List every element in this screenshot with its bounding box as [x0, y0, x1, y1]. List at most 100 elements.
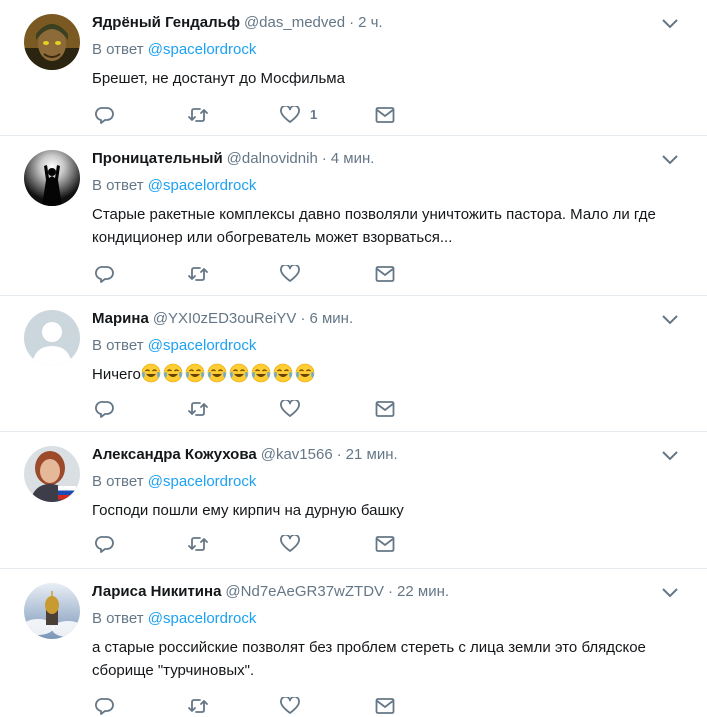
tweet[interactable]: Проницательный @dalnovidnih · 4 мин. В отве… [0, 136, 707, 296]
author-handle[interactable]: @das_medved [244, 14, 345, 31]
avatar[interactable] [24, 14, 80, 70]
reply-button[interactable] [95, 265, 115, 285]
reply-prefix: В ответ [92, 337, 144, 354]
retweet-button[interactable] [188, 400, 208, 420]
reply-to-link[interactable]: @spacelordrock [148, 610, 257, 627]
like-button[interactable] [280, 697, 300, 717]
timestamp[interactable]: 2 ч. [358, 14, 383, 31]
separator-dot: · [321, 150, 327, 167]
envelope-icon [375, 266, 395, 282]
chevron-down-icon[interactable] [661, 314, 679, 326]
author-name[interactable]: Ядрёный Гендальф [92, 14, 240, 31]
chevron-down-icon[interactable] [661, 154, 679, 166]
tweet[interactable]: Ядрёный Гендальф @das_medved · 2 ч. В ответ… [0, 0, 707, 136]
face-with-tears-of-joy-emoji [207, 363, 227, 383]
reply-prefix: В ответ [92, 41, 144, 58]
like-button[interactable] [280, 535, 300, 555]
reply-icon [95, 401, 114, 418]
reply-prefix: В ответ [92, 473, 144, 490]
tweet-text: а старые российские позволят без проблем… [92, 639, 646, 679]
separator-dot: · [349, 14, 355, 31]
like-button[interactable] [280, 400, 300, 420]
chevron-down-icon[interactable] [661, 587, 679, 599]
reply-context: В ответ @spacelordrock [92, 336, 256, 356]
avatar[interactable] [24, 446, 80, 502]
reply-to-link[interactable]: @spacelordrock [148, 337, 257, 354]
direct-message-button[interactable] [375, 106, 395, 126]
heart-icon [280, 106, 300, 123]
retweet-button[interactable] [188, 106, 208, 126]
timestamp[interactable]: 4 мин. [331, 150, 375, 167]
author-handle[interactable]: @YXI0zED3ouReiYV [153, 310, 297, 327]
default-profile-avatar-icon [24, 310, 80, 366]
timestamp[interactable]: 6 мин. [309, 310, 353, 327]
concert-silhouette-avatar-icon [24, 150, 80, 206]
retweet-icon [188, 699, 208, 713]
author-name[interactable]: Проницательный [92, 150, 223, 167]
like-button[interactable] [280, 265, 300, 285]
direct-message-button[interactable] [375, 535, 395, 555]
reply-button[interactable] [95, 697, 115, 717]
reply-to-link[interactable]: @spacelordrock [148, 177, 257, 194]
church-in-clouds-avatar-icon [24, 583, 80, 639]
avatar[interactable] [24, 583, 80, 639]
envelope-icon [375, 401, 395, 417]
retweet-icon [188, 402, 208, 416]
reply-icon [95, 698, 114, 715]
author-name[interactable]: Марина [92, 310, 149, 327]
separator-dot: · [388, 583, 394, 600]
chevron-down-icon[interactable] [661, 18, 679, 30]
chevron-down-icon[interactable] [661, 450, 679, 462]
reply-to-link[interactable]: @spacelordrock [148, 41, 257, 58]
avatar[interactable] [24, 150, 80, 206]
reply-button[interactable] [95, 106, 115, 126]
retweet-icon [188, 537, 208, 551]
timestamp[interactable]: 21 мин. [346, 446, 398, 463]
reply-to-link[interactable]: @spacelordrock [148, 473, 257, 490]
author-handle[interactable]: @Nd7eAeGR37wZTDV [225, 583, 384, 600]
like-button[interactable]: 1 [280, 106, 317, 126]
emoji-group [141, 363, 317, 383]
separator-dot: · [336, 446, 342, 463]
direct-message-button[interactable] [375, 265, 395, 285]
face-with-tears-of-joy-emoji [251, 363, 271, 383]
avatar[interactable] [24, 310, 80, 366]
reply-button[interactable] [95, 535, 115, 555]
tweet-text: Господи пошли ему кирпич на дурную башку [92, 502, 404, 519]
face-with-tears-of-joy-emoji [185, 363, 205, 383]
face-with-tears-of-joy-emoji [163, 363, 183, 383]
heart-icon [280, 265, 300, 282]
retweet-button[interactable] [188, 535, 208, 555]
reply-icon [95, 107, 114, 124]
heart-icon [280, 697, 300, 714]
direct-message-button[interactable] [375, 400, 395, 420]
author-handle[interactable]: @dalnovidnih [227, 150, 318, 167]
face-with-tears-of-joy-emoji [229, 363, 249, 383]
author-name[interactable]: Лариса Никитина [92, 583, 221, 600]
tweet-text: Брешет, не достанут до Мосфильма [92, 70, 345, 87]
tweet[interactable]: Александра Кожухова @kav1566 · 21 мин. В от… [0, 432, 707, 569]
reply-context: В ответ @spacelordrock [92, 472, 256, 492]
author-name[interactable]: Александра Кожухова [92, 446, 257, 463]
warrior-avatar-icon [24, 14, 80, 70]
timestamp[interactable]: 22 мин. [397, 583, 449, 600]
reply-prefix: В ответ [92, 610, 144, 627]
face-with-tears-of-joy-emoji [273, 363, 293, 383]
author-handle[interactable]: @kav1566 [261, 446, 333, 463]
tweet-text: Старые ракетные комплексы давно позволял… [92, 206, 656, 246]
like-count: 1 [310, 107, 318, 122]
tweet[interactable]: Марина @YXI0zED3ouReiYV · 6 мин. В ответ @s… [0, 296, 707, 432]
retweet-button[interactable] [188, 265, 208, 285]
retweet-icon [188, 108, 208, 122]
direct-message-button[interactable] [375, 697, 395, 717]
heart-icon [280, 400, 300, 417]
reply-button[interactable] [95, 400, 115, 420]
tweet-text-body: Ничего [92, 366, 141, 383]
tweet-text: Ничего [92, 363, 682, 386]
tweet[interactable]: Лариса Никитина @Nd7eAeGR37wZTDV · 22 мин. … [0, 569, 707, 715]
envelope-icon [375, 536, 395, 552]
reply-context: В ответ @spacelordrock [92, 40, 256, 60]
reply-prefix: В ответ [92, 177, 144, 194]
reply-icon [95, 536, 114, 553]
retweet-button[interactable] [188, 697, 208, 717]
